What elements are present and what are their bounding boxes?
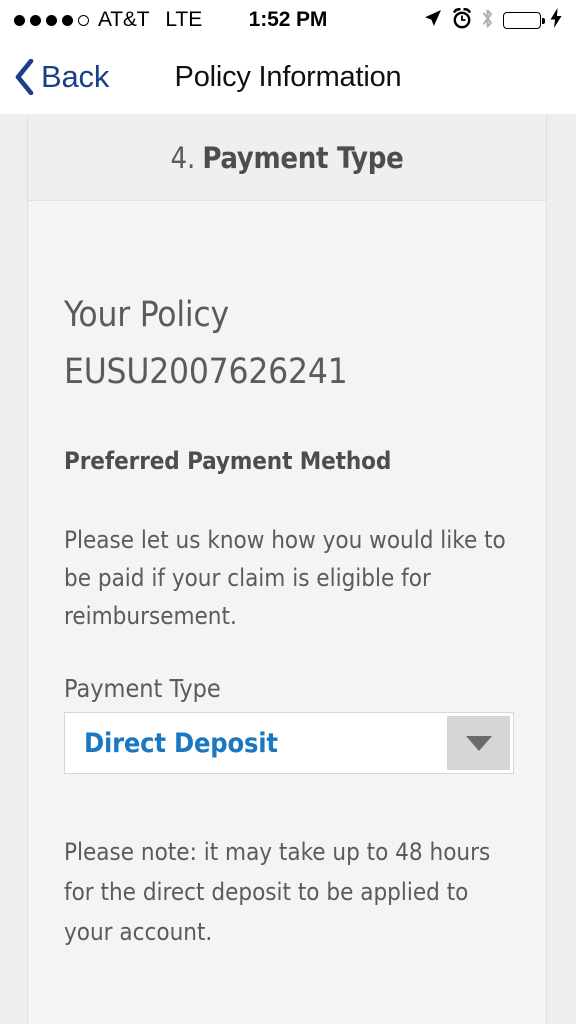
chevron-left-icon xyxy=(14,58,35,96)
form-content: Your Policy EUSU2007626241 Preferred Pay… xyxy=(28,298,546,952)
policy-number: EUSU2007626241 xyxy=(64,352,348,392)
alarm-clock-icon xyxy=(452,7,472,33)
charging-bolt-icon xyxy=(550,8,562,32)
section-heading: Preferred Payment Method xyxy=(64,447,392,475)
instructions-paragraph: Please let us know how you would like to… xyxy=(64,526,506,630)
step-number: 4. xyxy=(170,140,196,175)
battery-icon xyxy=(503,11,545,29)
chevron-down-icon xyxy=(465,735,492,751)
payment-type-dropdown-button[interactable] xyxy=(446,716,510,770)
navigation-bar: Back Policy Information xyxy=(0,40,576,114)
policy-label: Your Policy xyxy=(64,295,229,335)
payment-type-selected-value: Direct Deposit xyxy=(84,727,278,759)
step-title: Payment Type xyxy=(202,140,404,175)
back-button-label: Back xyxy=(41,59,110,94)
status-bar-right xyxy=(423,7,562,33)
bluetooth-icon xyxy=(481,8,494,33)
content-panel: 4. Payment Type Your Policy EUSU20076262… xyxy=(27,115,547,1024)
location-arrow-icon xyxy=(423,8,443,32)
page-background: 4. Payment Type Your Policy EUSU20076262… xyxy=(0,114,576,1024)
back-button[interactable]: Back xyxy=(0,58,110,96)
payment-type-select[interactable]: Direct Deposit xyxy=(64,712,514,774)
step-header: 4. Payment Type xyxy=(28,115,546,201)
payment-note: Please note: it may take up to 48 hours … xyxy=(64,838,491,946)
status-bar: AT&T LTE 1:52 PM xyxy=(0,0,576,40)
payment-type-label: Payment Type xyxy=(64,674,221,703)
